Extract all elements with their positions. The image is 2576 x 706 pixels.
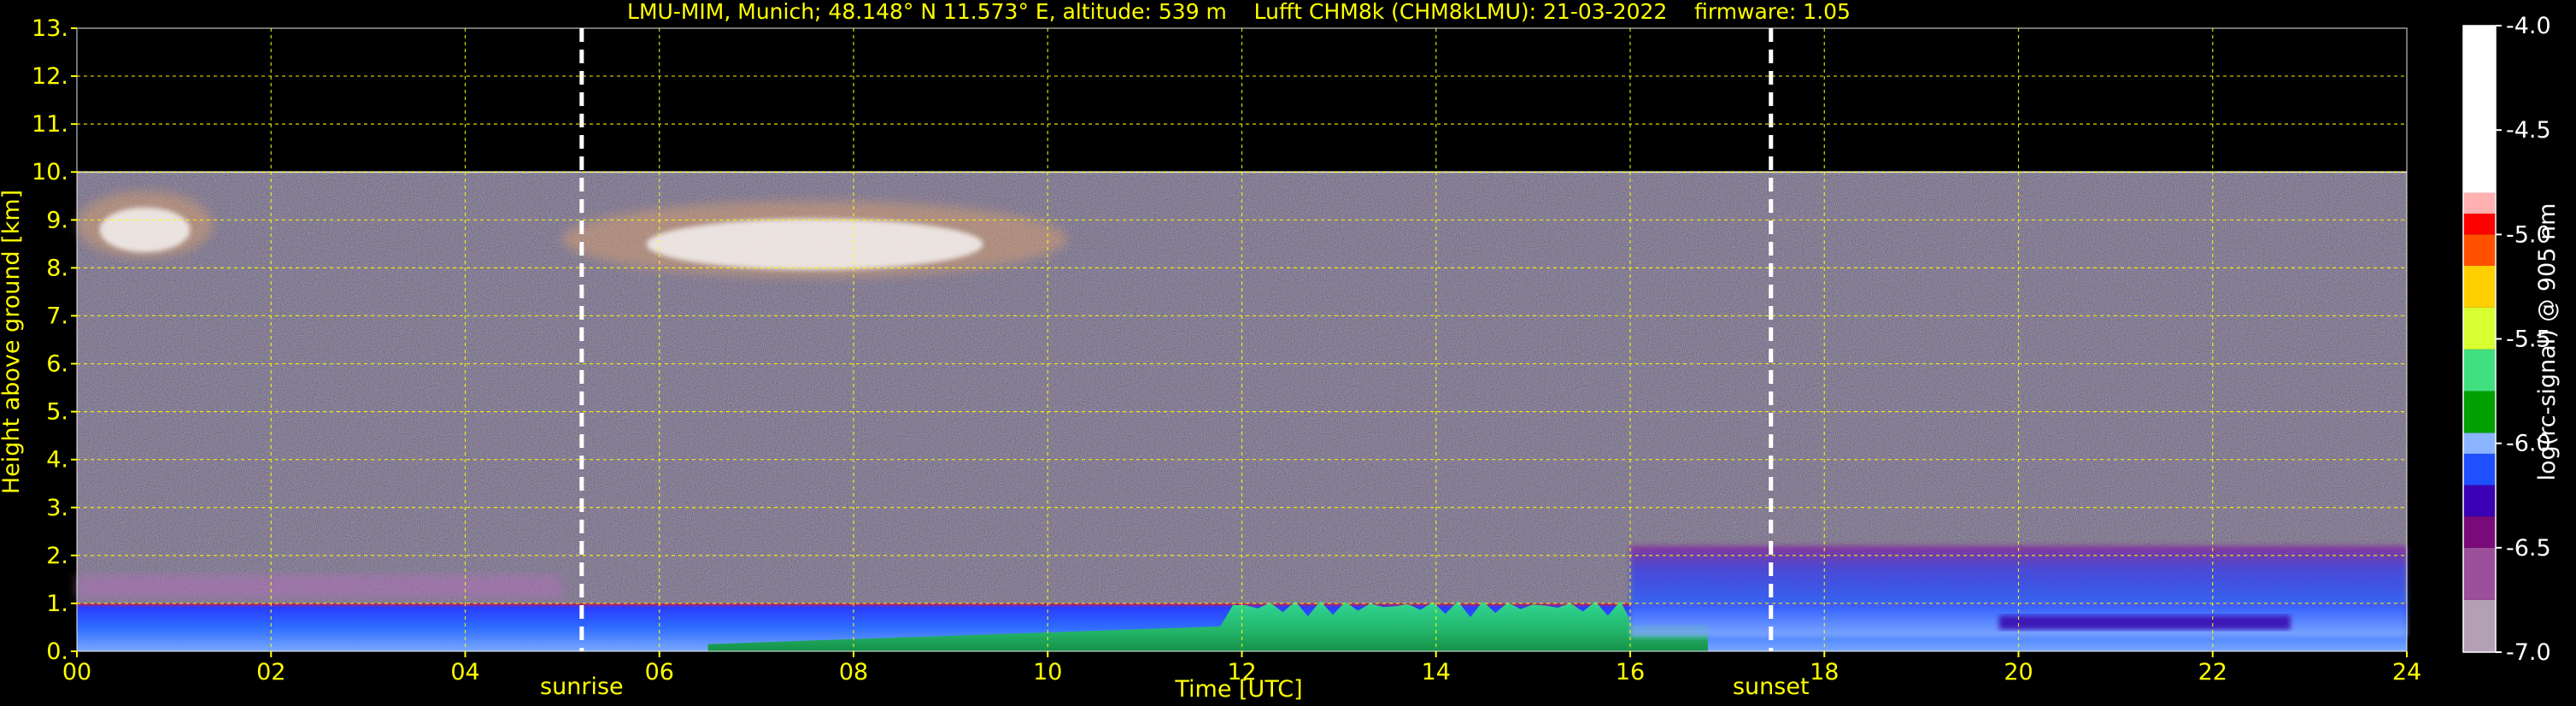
evening-dark-band xyxy=(1998,615,2291,630)
colorbar-tick-label: -7.0 xyxy=(2506,639,2551,666)
y-tick-label: 2. xyxy=(46,543,68,569)
x-axis-label: Time [UTC] xyxy=(1174,676,1302,703)
colorbar-segment xyxy=(2463,485,2496,517)
colorbar-tick-label: -4.5 xyxy=(2506,117,2551,144)
colorbar-segment xyxy=(2463,453,2496,485)
colorbar-segment xyxy=(2463,307,2496,350)
colorbar-segment xyxy=(2463,547,2496,600)
colorbar-tick-label: -4.0 xyxy=(2506,13,2551,39)
x-tick-label: 24 xyxy=(2392,659,2421,685)
x-tick-label: 20 xyxy=(2004,659,2033,685)
x-tick-label: 14 xyxy=(1422,659,1451,685)
x-tick-label: 08 xyxy=(839,659,868,685)
y-tick-label: 12. xyxy=(32,63,68,90)
y-tick-label: 10. xyxy=(32,159,68,185)
sunset-label: sunset xyxy=(1733,674,1810,700)
x-tick-label: 16 xyxy=(1616,659,1645,685)
y-tick-label: 4. xyxy=(46,447,68,474)
y-tick-label: 11. xyxy=(32,111,68,138)
x-tick-label: 18 xyxy=(1810,659,1839,685)
colorbar-segment xyxy=(2463,234,2496,266)
y-tick-label: 3. xyxy=(46,495,68,521)
ceilometer-chart: sunrise sunset 00 02 04 06 08 10 12 14 16 18 20 22 24… xyxy=(0,0,2561,703)
x-tick-label: 22 xyxy=(2198,659,2227,685)
y-tick-label: 8. xyxy=(46,255,68,281)
x-tick-label: 04 xyxy=(450,659,479,685)
y-tick-label: 1. xyxy=(46,591,68,617)
colorbar-segment xyxy=(2463,599,2496,652)
chart-title: LMU-MIM, Munich; 48.148° N 11.573° E, al… xyxy=(627,0,1851,24)
colorbar-segment xyxy=(2463,432,2496,454)
y-tick-label: 5. xyxy=(46,399,68,426)
sunrise-label: sunrise xyxy=(540,674,624,700)
x-tick-label: 10 xyxy=(1033,659,1062,685)
colorbar-segment xyxy=(2463,391,2496,433)
y-tick-label: 6. xyxy=(46,351,68,378)
colorbar-segment xyxy=(2463,349,2496,391)
ceilometer-figure: sunrise sunset 00 02 04 06 08 10 12 14 16 18 20 22 24… xyxy=(0,0,2576,706)
colorbar-segment xyxy=(2463,192,2496,214)
x-tick-label: 06 xyxy=(645,659,674,685)
y-tick-label: 7. xyxy=(46,303,68,329)
x-tick-label: 02 xyxy=(256,659,285,685)
y-tick-label: 9. xyxy=(46,207,68,233)
colorbar-segment xyxy=(2463,516,2496,548)
aerosol-layer xyxy=(77,574,563,599)
y-axis-label: Height above ground [km] xyxy=(0,190,25,494)
colorbar-segment xyxy=(2463,265,2496,308)
colorbar-label: log(rc-signal) @ 905 nm xyxy=(2534,203,2561,481)
cirrus-cloud xyxy=(562,200,1067,278)
cirrus-core xyxy=(99,207,191,253)
y-tick-label: 0. xyxy=(46,638,68,665)
colorbar-segment xyxy=(2463,213,2496,235)
colorbar-tick-label: -6.5 xyxy=(2506,535,2551,562)
colorbar-segment xyxy=(2463,26,2496,193)
y-tick-label: 13. xyxy=(32,15,68,42)
cirrus-cloud xyxy=(77,191,214,259)
cirrus-core xyxy=(646,218,983,270)
